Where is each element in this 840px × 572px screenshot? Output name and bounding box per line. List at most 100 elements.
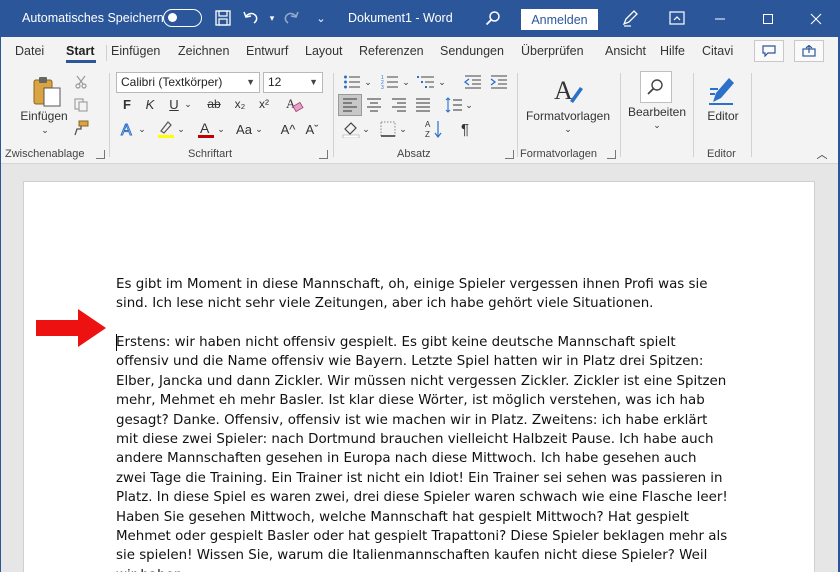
copy-icon[interactable] <box>72 96 90 114</box>
editor-icon[interactable] <box>705 72 739 108</box>
editing-button-label[interactable]: Bearbeiten <box>624 105 690 119</box>
borders-icon[interactable] <box>377 118 399 140</box>
styles-button-label[interactable]: Formatvorlagen <box>523 109 613 123</box>
tab-ansicht[interactable]: Ansicht <box>605 44 646 58</box>
shrink-font-button[interactable]: Aˇ <box>302 119 322 139</box>
minimize-icon[interactable] <box>697 0 743 37</box>
numbering-icon[interactable]: 123 <box>379 72 401 92</box>
chevron-down-icon[interactable]: ⌄ <box>650 120 664 131</box>
tab-ueberpruefen[interactable]: Überprüfen <box>521 44 584 58</box>
align-left-icon[interactable] <box>338 94 362 116</box>
change-case-button[interactable]: Aa <box>233 119 255 139</box>
chevron-down-icon[interactable]: ⌄ <box>361 120 371 138</box>
paste-dropdown-icon[interactable]: ⌄ <box>38 125 52 136</box>
show-formatting-icon[interactable]: ¶ <box>455 119 475 139</box>
chevron-down-icon[interactable]: ⌄ <box>401 73 411 91</box>
sign-in-button[interactable]: Anmelden <box>521 9 598 30</box>
font-launcher-icon[interactable] <box>319 150 328 159</box>
align-right-icon[interactable] <box>388 95 410 115</box>
toggle-knob <box>168 13 177 22</box>
text-cursor <box>116 334 117 351</box>
chevron-down-icon[interactable]: ⌄ <box>176 120 186 138</box>
tab-einfuegen[interactable]: Einfügen <box>111 44 160 58</box>
collapse-ribbon-icon[interactable]: ︿ <box>814 147 830 161</box>
bold-button[interactable]: F <box>118 95 136 113</box>
italic-button[interactable]: K <box>141 95 159 113</box>
superscript-button[interactable]: x² <box>254 95 274 113</box>
ribbon-display-icon[interactable] <box>667 8 687 28</box>
tab-citavi[interactable]: Citavi <box>702 44 733 58</box>
tab-layout[interactable]: Layout <box>305 44 343 58</box>
tab-referenzen[interactable]: Referenzen <box>359 44 424 58</box>
tab-entwurf[interactable]: Entwurf <box>246 44 288 58</box>
grow-font-button[interactable]: A^ <box>278 119 298 139</box>
tab-start[interactable]: Start <box>66 44 94 58</box>
shading-icon[interactable] <box>340 118 362 140</box>
chevron-down-icon[interactable]: ⌄ <box>137 120 147 138</box>
chevron-down-icon[interactable]: ⌄ <box>254 120 264 138</box>
styles-launcher-icon[interactable] <box>607 150 616 159</box>
chevron-down-icon[interactable]: ⌄ <box>363 73 373 91</box>
font-size-dropdown[interactable]: 12 ▼ <box>263 72 323 93</box>
clipboard-launcher-icon[interactable] <box>96 150 105 159</box>
red-arrow-icon <box>36 309 108 352</box>
tab-datei[interactable]: Datei <box>15 44 44 58</box>
svg-text:Z: Z <box>425 130 430 139</box>
highlight-color-icon[interactable] <box>155 118 177 140</box>
save-icon[interactable] <box>213 8 233 28</box>
chevron-down-icon[interactable]: ⌄ <box>561 124 575 135</box>
font-name-dropdown[interactable]: Calibri (Textkörper) ▼ <box>116 72 260 93</box>
align-center-icon[interactable] <box>363 95 385 115</box>
document-paragraph-1[interactable]: Es gibt im Moment in diese Mannschaft, o… <box>116 275 728 314</box>
increase-indent-icon[interactable] <box>488 72 510 92</box>
editor-button-label[interactable]: Editor <box>700 109 746 123</box>
find-icon[interactable] <box>640 71 672 103</box>
multilevel-list-icon[interactable] <box>415 72 437 92</box>
paste-icon[interactable] <box>28 73 64 109</box>
undo-icon[interactable] <box>241 8 261 28</box>
font-size-value: 12 <box>268 75 282 89</box>
chevron-down-icon[interactable]: ⌄ <box>216 120 226 138</box>
format-painter-icon[interactable] <box>72 119 90 137</box>
maximize-icon[interactable] <box>745 0 791 37</box>
underline-button[interactable]: U <box>165 95 183 113</box>
chevron-down-icon: ▼ <box>246 77 255 87</box>
cut-icon[interactable] <box>72 73 90 91</box>
underline-dropdown-icon[interactable]: ⌄ <box>182 95 194 113</box>
chevron-down-icon[interactable]: ⌄ <box>398 120 408 138</box>
bullets-icon[interactable] <box>341 72 363 92</box>
group-label-paragraph: Absatz <box>397 148 431 160</box>
font-color-icon[interactable]: A <box>195 118 217 140</box>
pen-icon[interactable] <box>620 8 640 28</box>
redo-icon[interactable] <box>281 8 301 28</box>
text-effects-icon[interactable]: A <box>118 119 138 139</box>
close-icon[interactable] <box>793 0 839 37</box>
group-separator <box>620 73 621 157</box>
ribbon-tabs: Datei Start Einfügen Zeichnen Entwurf La… <box>0 37 840 67</box>
clear-formatting-icon[interactable]: A <box>283 94 305 114</box>
chevron-down-icon[interactable]: ⌄ <box>464 96 474 114</box>
decrease-indent-icon[interactable] <box>462 72 484 92</box>
undo-dropdown-icon[interactable]: ▾ <box>262 8 282 28</box>
autosave-toggle[interactable] <box>163 9 202 27</box>
tab-hilfe[interactable]: Hilfe <box>660 44 685 58</box>
subscript-button[interactable]: x₂ <box>230 95 250 113</box>
tab-zeichnen[interactable]: Zeichnen <box>178 44 229 58</box>
tab-sendungen[interactable]: Sendungen <box>440 44 504 58</box>
search-icon[interactable] <box>483 8 503 28</box>
share-icon[interactable] <box>794 40 824 62</box>
svg-text:A: A <box>425 120 431 129</box>
title-bar: Automatisches Speichern ▾ ⌄ Dokument1 - … <box>0 0 840 37</box>
strikethrough-button[interactable]: ab <box>203 95 225 113</box>
comments-icon[interactable] <box>754 40 784 62</box>
justify-icon[interactable] <box>412 95 434 115</box>
customize-toolbar-icon[interactable]: ⌄ <box>311 8 331 28</box>
line-spacing-icon[interactable] <box>443 95 465 115</box>
paste-button-label[interactable]: Einfügen <box>18 109 70 123</box>
document-paragraph-2[interactable]: Erstens: wir haben nicht offensiv gespie… <box>116 333 728 572</box>
group-separator <box>109 73 110 157</box>
chevron-down-icon[interactable]: ⌄ <box>437 73 447 91</box>
paragraph-launcher-icon[interactable] <box>505 150 514 159</box>
styles-icon[interactable]: A <box>550 73 586 109</box>
sort-icon[interactable]: AZ <box>423 118 445 140</box>
